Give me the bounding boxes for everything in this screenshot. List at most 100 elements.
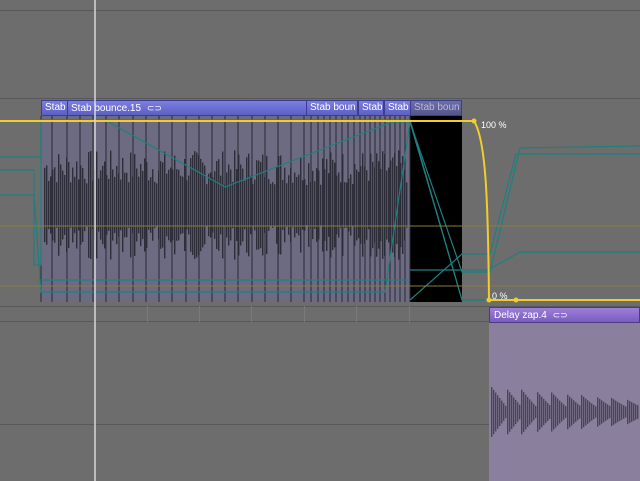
- waveform-sample: [270, 183, 272, 227]
- waveform-sample: [126, 172, 128, 238]
- waveform-sample: [573, 400, 575, 424]
- waveform-sample: [98, 178, 100, 232]
- waveform-sample: [48, 180, 50, 230]
- waveform-sample: [300, 157, 302, 253]
- waveform-sample: [306, 184, 308, 226]
- waveform-sample: [549, 405, 551, 419]
- waveform-sample: [625, 406, 627, 418]
- waveform-sample: [585, 398, 587, 426]
- waveform-sample: [194, 151, 196, 259]
- waveform-sample: [168, 169, 170, 241]
- waveform-sample: [631, 402, 633, 422]
- waveform-sample: [230, 169, 232, 241]
- waveform-sample: [531, 401, 533, 423]
- waveform-sample: [142, 170, 144, 240]
- waveform-sample: [591, 403, 593, 421]
- waveform-sample: [406, 182, 408, 228]
- waveform-sample: [533, 403, 535, 421]
- waveform-sample: [120, 179, 122, 231]
- waveform-sample: [539, 394, 541, 430]
- waveform-sample: [603, 401, 605, 423]
- waveform-sample: [497, 395, 499, 429]
- waveform-sample: [100, 170, 102, 240]
- waveform-sample: [128, 182, 130, 228]
- waveform-sample: [302, 180, 304, 230]
- waveform-sample: [563, 404, 565, 420]
- waveform-sample: [346, 182, 348, 228]
- waveform-sample: [218, 159, 220, 251]
- waveform-sample: [150, 177, 152, 233]
- waveform-sample: [376, 153, 378, 257]
- waveform-sample: [210, 172, 212, 238]
- waveform-sample: [613, 399, 615, 425]
- waveform-sample: [162, 162, 164, 248]
- waveform-sample: [178, 169, 180, 241]
- waveform-sample: [176, 169, 178, 241]
- waveform-sample: [246, 157, 248, 253]
- waveform-sample: [340, 182, 342, 228]
- automation-node: [513, 297, 519, 303]
- waveform-sample: [262, 154, 264, 256]
- automation-label-100: 100 %: [481, 120, 507, 130]
- automation-label-0: 0 %: [492, 291, 508, 301]
- waveform-sample: [344, 182, 346, 228]
- waveform-sample: [637, 405, 639, 419]
- waveform-sample: [130, 152, 132, 258]
- waveform-sample: [222, 151, 224, 259]
- waveform-sample: [320, 184, 322, 226]
- waveform-sample: [88, 152, 90, 258]
- waveform-sample: [308, 163, 310, 247]
- waveform-sample: [579, 405, 581, 419]
- waveform-sample: [627, 399, 629, 425]
- waveform-sample: [541, 396, 543, 428]
- waveform-sample: [90, 151, 92, 259]
- waveform-sample: [206, 184, 208, 226]
- waveform-sample: [312, 170, 314, 240]
- waveform-sample: [607, 404, 609, 420]
- waveform-sample: [124, 172, 126, 238]
- waveform-sample: [282, 179, 284, 231]
- waveform-sample: [595, 406, 597, 418]
- waveform-sample: [529, 399, 531, 425]
- waveform-sample: [96, 151, 98, 259]
- waveform-sample: [621, 404, 623, 420]
- waveform-sample: [240, 164, 242, 246]
- waveform-sample: [62, 170, 64, 240]
- waveform-sample: [553, 394, 555, 430]
- waveform-sample: [122, 157, 124, 253]
- waveform-sample: [366, 170, 368, 240]
- waveform-sample: [515, 399, 517, 425]
- arrange-area[interactable]: Stab Stab bounce.15 ⊂⊃ Stab boun Stab St…: [0, 0, 640, 481]
- waveform-sample: [609, 405, 611, 419]
- waveform-sample: [565, 406, 567, 418]
- waveform-sample: [547, 403, 549, 421]
- waveform-sample: [292, 182, 294, 228]
- waveform-sample: [513, 397, 515, 427]
- waveform-sample: [166, 173, 168, 237]
- waveform-sample: [362, 153, 364, 257]
- waveform-sample: [234, 150, 236, 260]
- waveform-sample: [108, 179, 110, 231]
- waveform-sample: [236, 169, 238, 241]
- waveform-sample: [112, 169, 114, 241]
- waveform-sample: [148, 180, 150, 230]
- waveform-sample: [296, 176, 298, 234]
- waveform-sample: [589, 401, 591, 423]
- waveform-sample: [326, 159, 328, 251]
- waveform-sample: [577, 403, 579, 421]
- waveform-sample: [232, 181, 234, 229]
- waveform-sample: [152, 169, 154, 241]
- waveform-sample: [619, 403, 621, 421]
- waveform-sample: [208, 173, 210, 237]
- automation-node: [486, 297, 492, 303]
- waveform-sample: [184, 158, 186, 252]
- waveform-sample: [571, 398, 573, 426]
- waveform-sample: [569, 396, 571, 428]
- waveform-sample: [280, 155, 282, 255]
- waveform-sample: [334, 162, 336, 248]
- waveform-sample: [140, 163, 142, 247]
- waveform-sample: [174, 155, 176, 255]
- waveform-sample: [537, 392, 539, 432]
- waveform-sample: [527, 396, 529, 428]
- waveform-sample: [74, 176, 76, 234]
